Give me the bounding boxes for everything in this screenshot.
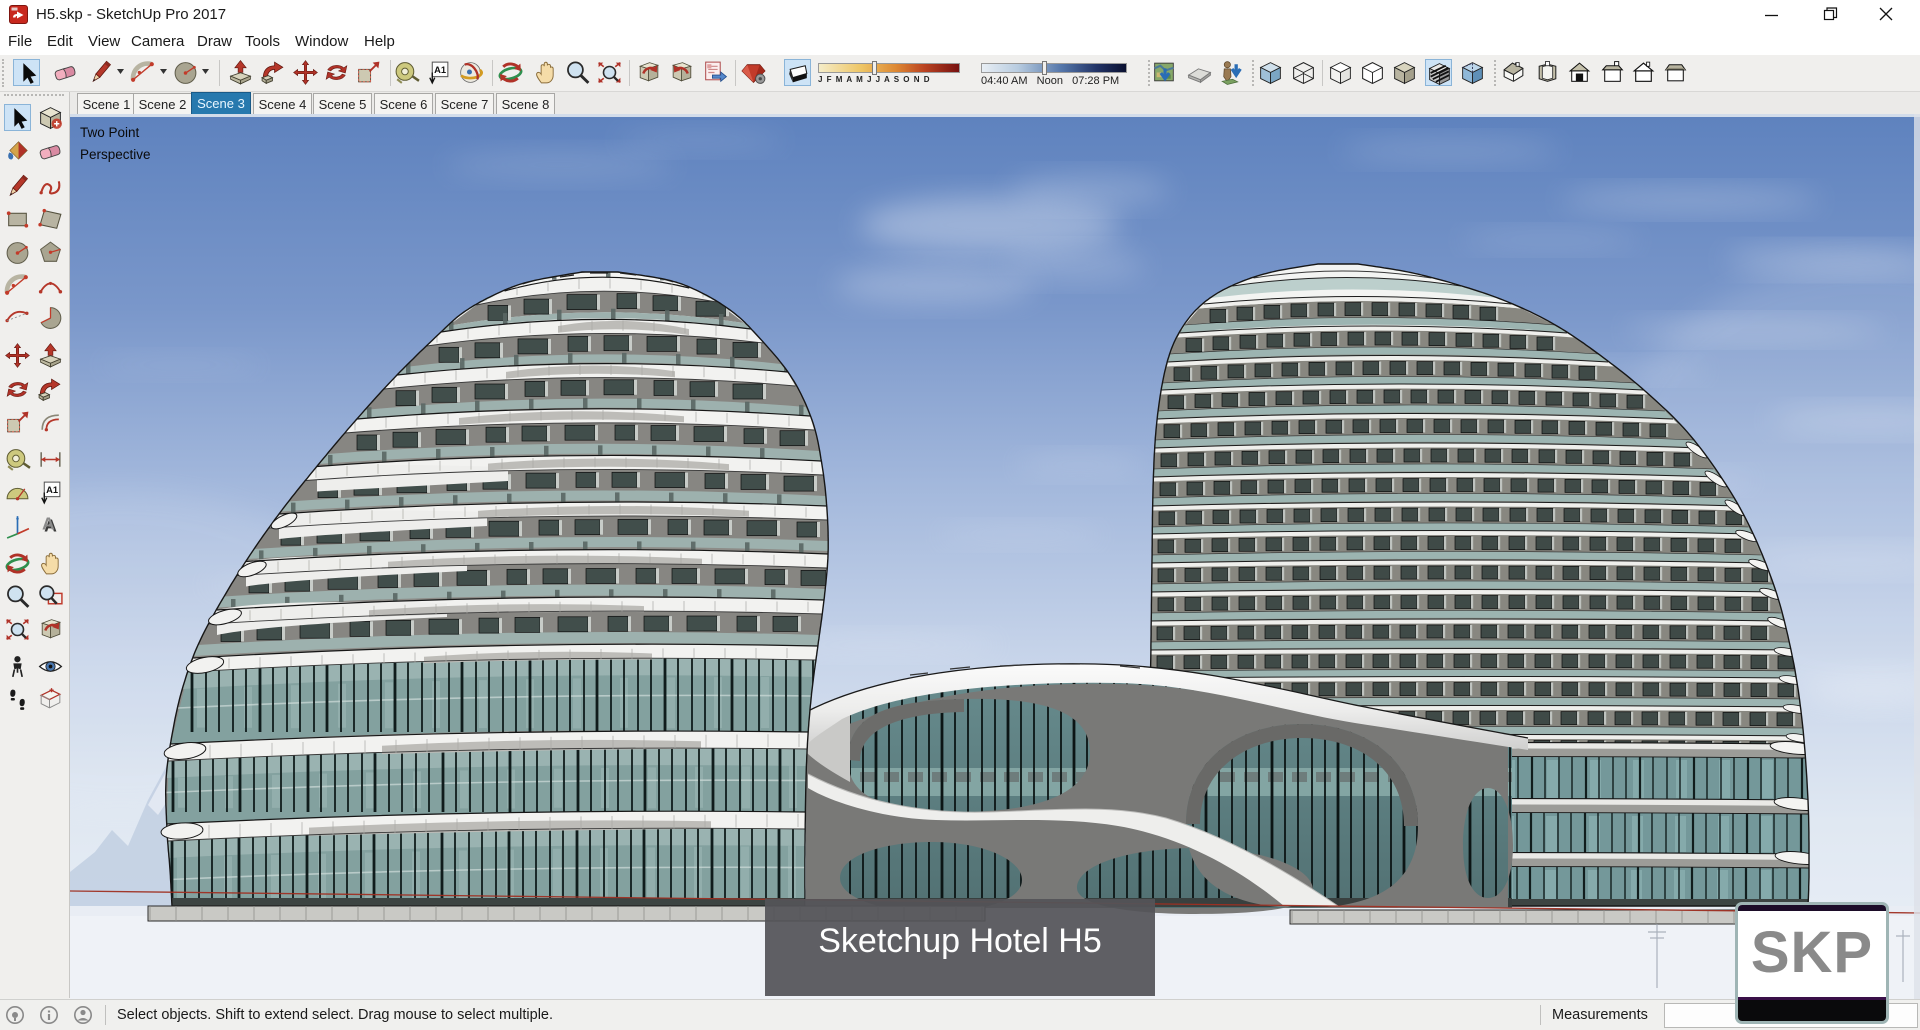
- svg-text:A1: A1: [46, 485, 58, 495]
- svg-text:A: A: [42, 514, 55, 534]
- svg-text:A1: A1: [434, 65, 446, 75]
